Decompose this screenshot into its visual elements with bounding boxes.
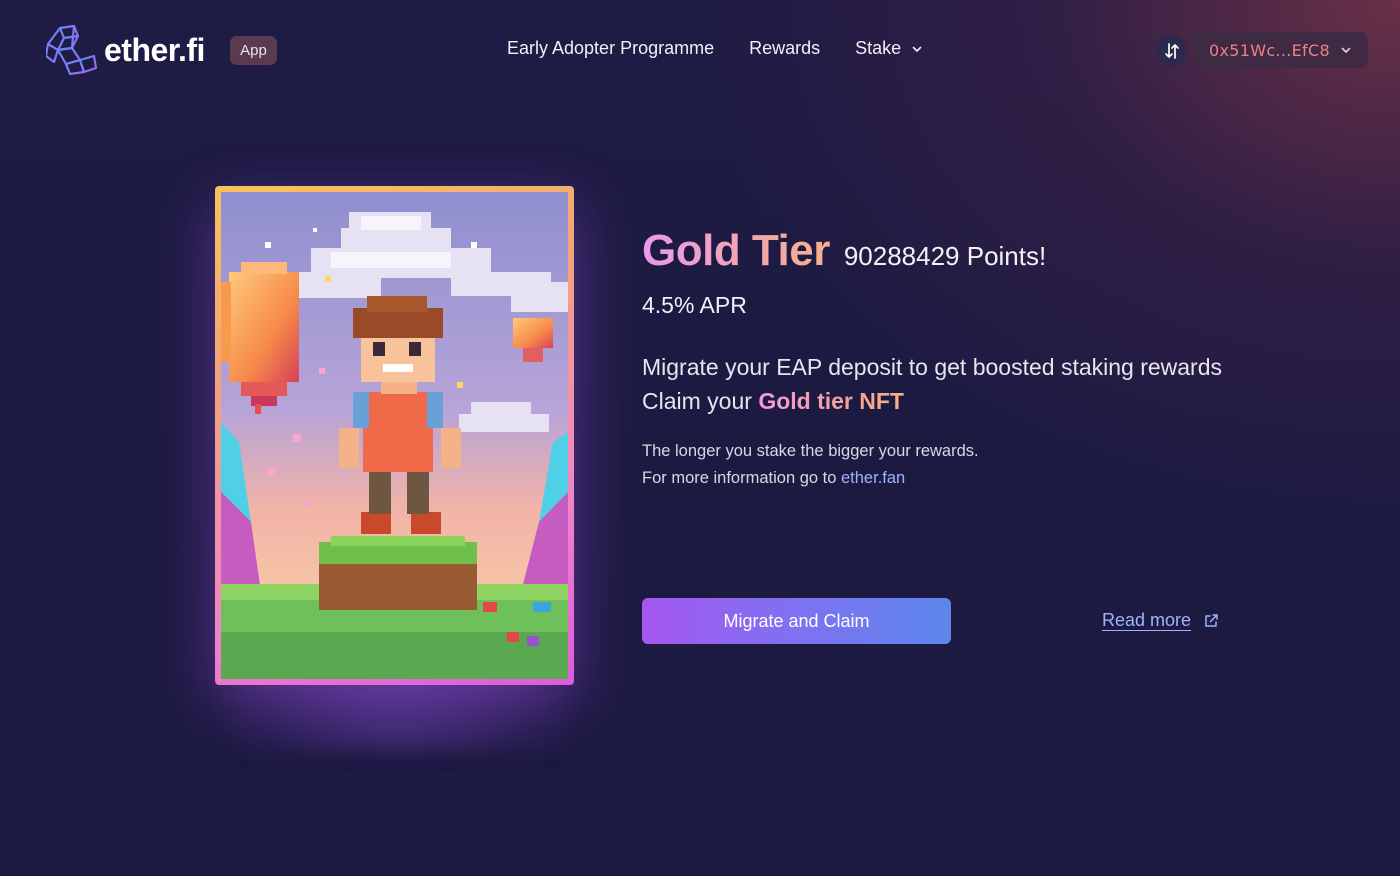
migrate-and-claim-button[interactable]: Migrate and Claim: [642, 598, 951, 644]
chevron-down-icon: [1341, 47, 1351, 53]
main-nav: Early Adopter Programme Rewards Stake: [507, 38, 958, 59]
nav-stake[interactable]: Stake: [855, 38, 923, 59]
wallet-address: 0x51Wc...EfC8: [1209, 40, 1330, 60]
ether-fi-logo-icon: [46, 24, 98, 76]
wallet-button[interactable]: 0x51Wc...EfC8: [1193, 32, 1368, 68]
tier-title: Gold Tier: [642, 226, 830, 275]
logo-text: ether.fi: [104, 31, 205, 68]
lead-line-2: Claim your Gold tier NFT: [642, 384, 1222, 418]
lead-line-2-prefix: Claim your: [642, 388, 759, 414]
info-line-2-prefix: For more information go to: [642, 469, 841, 487]
nav-rewards[interactable]: Rewards: [749, 38, 820, 59]
lead-text: Migrate your EAP deposit to get boosted …: [642, 350, 1222, 418]
ether-fan-link[interactable]: ether.fan: [841, 469, 905, 487]
logo[interactable]: ether.fi: [46, 24, 205, 76]
info-line-1: The longer you stake the bigger your rew…: [642, 442, 979, 460]
nav-label: Rewards: [749, 38, 821, 58]
swap-arrows-icon: [1164, 42, 1179, 59]
gold-tier-nft-highlight: Gold tier NFT: [758, 388, 904, 414]
read-more-label: Read more: [1102, 610, 1192, 631]
nav-label: Early Adopter Programme: [507, 38, 715, 58]
external-link-icon: [1205, 613, 1218, 627]
chevron-down-icon: [912, 46, 922, 52]
nav-label: Stake: [855, 38, 902, 58]
nav-early-adopter-programme[interactable]: Early Adopter Programme: [507, 38, 714, 59]
app-badge: App: [230, 36, 277, 65]
info-text: The longer you stake the bigger your rew…: [642, 438, 979, 492]
nft-card: [215, 186, 574, 685]
tier-row: Gold Tier 90288429 Points!: [642, 226, 1046, 276]
pixel-art-adventurer-image: [221, 192, 568, 679]
read-more-link[interactable]: Read more: [1102, 610, 1219, 631]
apr-value: 4.5% APR: [642, 292, 747, 318]
points-count: 90288429 Points!: [843, 241, 1047, 271]
lead-line-1: Migrate your EAP deposit to get boosted …: [642, 354, 1223, 380]
swap-button[interactable]: [1156, 35, 1187, 66]
info-line-2: For more information go to ether.fan: [642, 465, 979, 492]
